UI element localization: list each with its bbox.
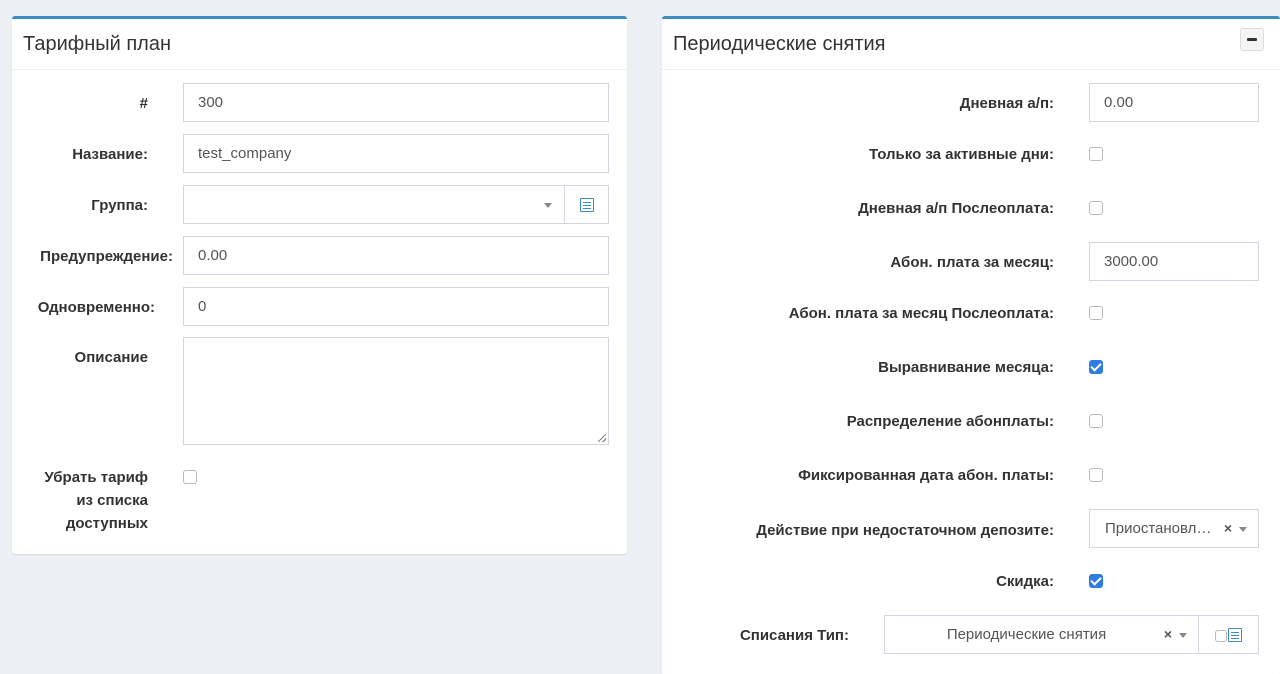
- daily-fee-label: Дневная а/п:: [959, 95, 1054, 112]
- list-icon: [579, 197, 594, 212]
- periodic-fees-panel: Периодические снятия Дневная а/п: 0.00 Т…: [662, 16, 1280, 674]
- fees-type-value: Периодические снятия: [946, 626, 1107, 643]
- discount-label: Скидка:: [996, 573, 1054, 590]
- fees-type-select[interactable]: Периодические снятия ×: [884, 615, 1199, 654]
- fixed-date-label: Фиксированная дата абон. платы:: [798, 467, 1054, 484]
- daily-postpaid-checkbox[interactable]: [1089, 201, 1103, 215]
- description-label: Описание: [74, 349, 148, 366]
- minus-icon: [1247, 38, 1257, 41]
- id-label: #: [139, 95, 148, 112]
- hide-tariff-label-line3: доступных: [65, 515, 148, 532]
- active-days-label: Только за активные дни:: [869, 146, 1054, 163]
- fees-type-list-button[interactable]: [1198, 615, 1259, 654]
- chevron-down-icon[interactable]: [1239, 527, 1247, 532]
- name-label: Название:: [72, 146, 148, 163]
- fixed-date-checkbox[interactable]: [1089, 468, 1103, 482]
- description-textarea[interactable]: [183, 337, 609, 445]
- hide-tariff-label-line1: Убрать тариф: [44, 469, 148, 486]
- simultaneous-input[interactable]: 0: [183, 287, 609, 326]
- chevron-down-icon[interactable]: [1179, 633, 1187, 638]
- name-input[interactable]: test_company: [183, 134, 609, 173]
- group-label: Группа:: [91, 197, 148, 214]
- monthly-postpaid-label: Абон. плата за месяц Послеоплата:: [788, 305, 1054, 322]
- id-input[interactable]: 300: [183, 83, 609, 122]
- fee-distribution-checkbox[interactable]: [1089, 414, 1103, 428]
- fee-distribution-label: Распределение абонплаты:: [846, 413, 1054, 430]
- list-icon: [1228, 627, 1242, 642]
- monthly-postpaid-checkbox[interactable]: [1089, 306, 1103, 320]
- panel-header: Периодические снятия: [662, 19, 1280, 70]
- month-align-checkbox[interactable]: [1089, 360, 1103, 374]
- daily-fee-input[interactable]: 0.00: [1089, 83, 1259, 122]
- insufficient-deposit-value: Приостановл…: [1105, 520, 1212, 537]
- month-align-label: Выравнивание месяца:: [878, 359, 1054, 376]
- insufficient-deposit-label: Действие при недостаточном депозите:: [756, 522, 1054, 539]
- active-days-checkbox[interactable]: [1089, 147, 1103, 161]
- resize-grip-icon[interactable]: [598, 434, 606, 442]
- insufficient-deposit-select[interactable]: Приостановл… ×: [1089, 509, 1259, 548]
- group-list-button[interactable]: [564, 185, 609, 224]
- chevron-down-icon[interactable]: [544, 203, 552, 208]
- clear-icon[interactable]: ×: [1224, 520, 1232, 536]
- group-select[interactable]: [183, 185, 565, 224]
- simultaneous-label: Одновременно:: [37, 299, 155, 316]
- fees-type-toggle-checkbox[interactable]: [1215, 629, 1227, 642]
- panel-title: Периодические снятия: [673, 32, 886, 55]
- hide-tariff-label-line2: из списка: [76, 492, 148, 509]
- monthly-fee-label: Абон. плата за месяц:: [890, 254, 1054, 271]
- warning-input[interactable]: 0.00: [183, 236, 609, 275]
- daily-postpaid-label: Дневная а/п Послеоплата:: [858, 200, 1054, 217]
- fees-type-label: Списания Тип:: [739, 627, 849, 644]
- discount-checkbox[interactable]: [1089, 574, 1103, 588]
- tariff-plan-panel: Тарифный план # 300 Название: test_compa…: [12, 16, 627, 554]
- collapse-button[interactable]: [1240, 28, 1264, 51]
- panel-title: Тарифный план: [12, 19, 627, 70]
- warning-label: Предупреждение:: [40, 248, 173, 265]
- monthly-fee-input[interactable]: 3000.00: [1089, 242, 1259, 281]
- hide-tariff-checkbox[interactable]: [183, 470, 197, 484]
- clear-icon[interactable]: ×: [1164, 626, 1172, 642]
